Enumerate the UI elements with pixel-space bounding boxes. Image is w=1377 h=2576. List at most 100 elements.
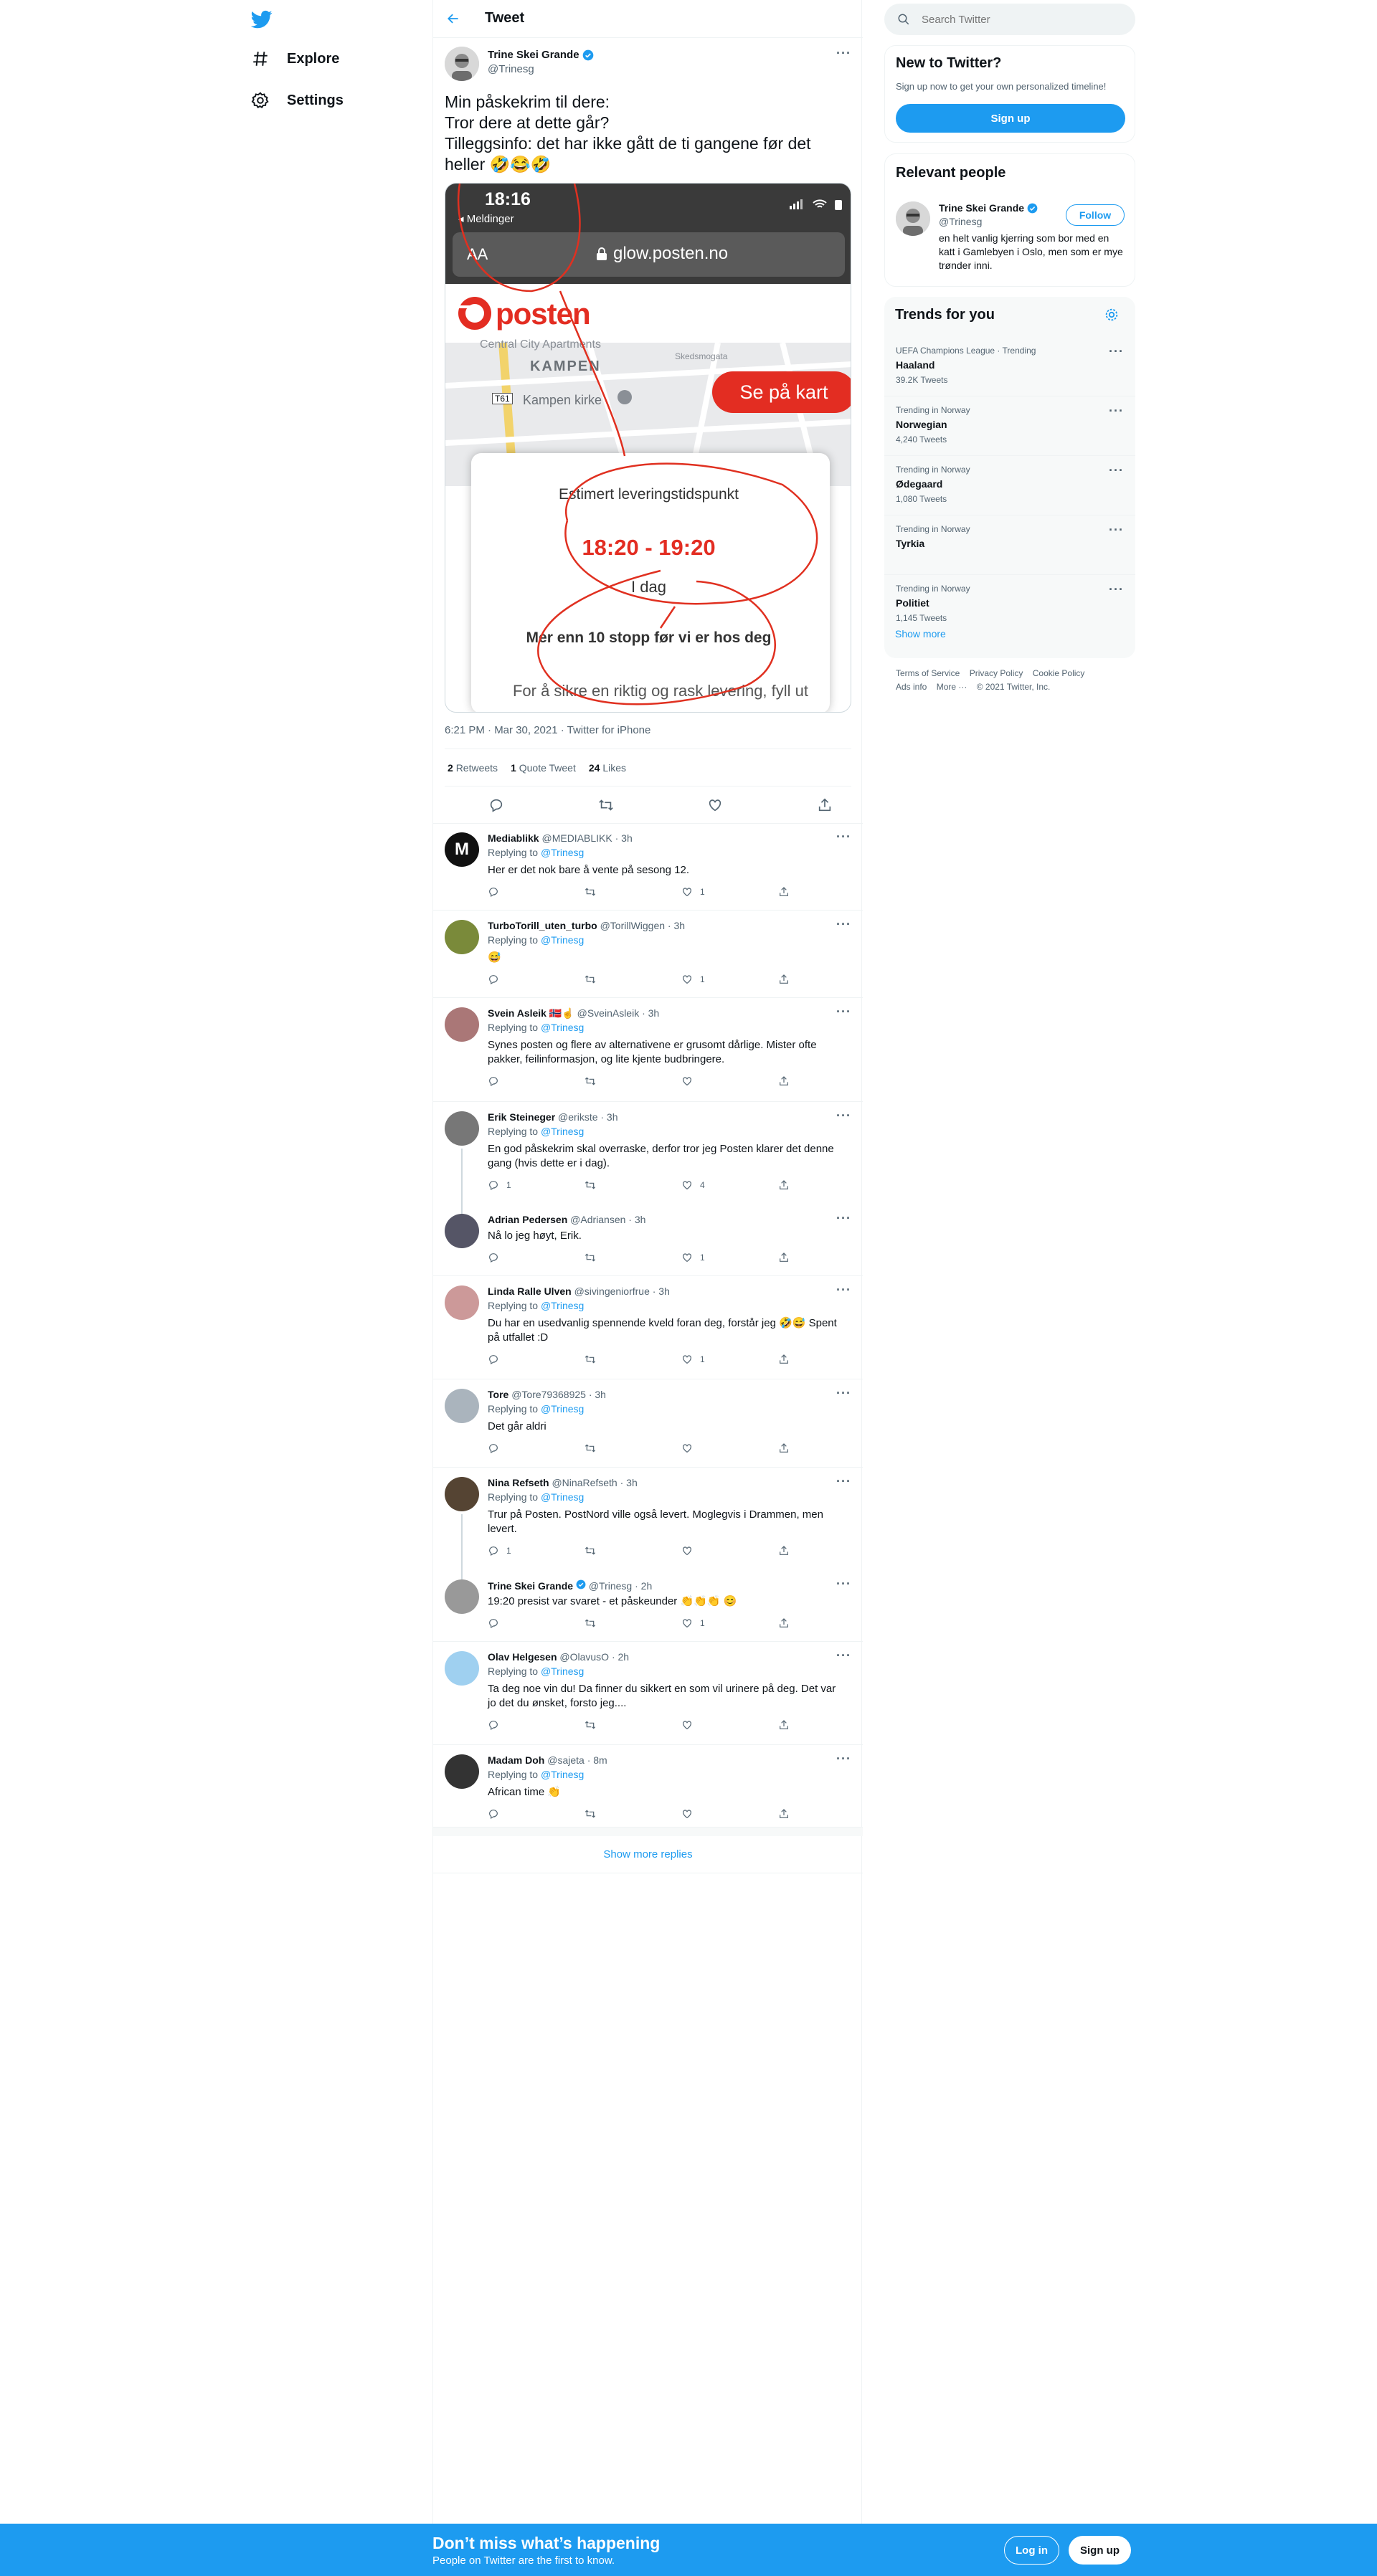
avatar[interactable]	[445, 1214, 479, 1248]
reply-button[interactable]	[488, 1808, 585, 1820]
footer-link[interactable]: Privacy Policy	[970, 668, 1023, 678]
more-icon[interactable]: ···	[836, 1108, 851, 1123]
reply-icon[interactable]	[488, 797, 504, 813]
reply-button[interactable]	[488, 1252, 585, 1263]
more-icon[interactable]: ···	[836, 917, 851, 932]
tweet-author-name[interactable]: Trine Skei Grande	[488, 49, 594, 61]
retweet-button[interactable]	[585, 1808, 681, 1820]
show-more-trends[interactable]: Show more	[895, 628, 946, 640]
reply-author[interactable]: Linda Ralle Ulven @sivingeniorfrue · 3h	[488, 1285, 670, 1297]
mention-link[interactable]: @Trinesg	[541, 1300, 584, 1311]
more-icon[interactable]: ···	[1109, 463, 1124, 478]
more-icon[interactable]: ···	[1109, 523, 1124, 538]
more-icon[interactable]: ···	[1109, 344, 1124, 359]
like-button[interactable]	[681, 1808, 778, 1820]
more-icon[interactable]: ···	[836, 1577, 851, 1592]
like-icon[interactable]	[707, 797, 723, 813]
retweets-stat[interactable]: 2 Retweets	[448, 762, 498, 774]
more-icon[interactable]: ···	[836, 1386, 851, 1401]
avatar[interactable]	[896, 201, 930, 236]
mention-link[interactable]: @Trinesg	[541, 1769, 584, 1780]
reply-button[interactable]	[488, 886, 585, 898]
reply-tweet[interactable]: Madam Doh @sajeta · 8m ··· Replying to @…	[433, 1746, 863, 1828]
share-button[interactable]	[778, 1075, 875, 1087]
search-input[interactable]	[922, 13, 1108, 26]
tweet-meta[interactable]: 6:21 PM · Mar 30, 2021 · Twitter for iPh…	[445, 724, 650, 736]
reply-button[interactable]	[488, 1719, 585, 1731]
retweet-button[interactable]	[585, 1443, 681, 1454]
avatar[interactable]	[445, 1111, 479, 1146]
nav-explore[interactable]: Explore	[251, 41, 339, 77]
reply-tweet[interactable]: TurboTorill_uten_turbo @TorillWiggen · 3…	[433, 911, 863, 998]
avatar[interactable]	[445, 1389, 479, 1423]
retweet-icon[interactable]	[598, 797, 614, 813]
like-button[interactable]	[681, 1075, 778, 1087]
reply-author[interactable]: Nina Refseth @NinaRefseth · 3h	[488, 1477, 638, 1488]
avatar[interactable]: M	[445, 832, 479, 867]
trend-item[interactable]: Trending in Norway Politiet 1,145 Tweets…	[884, 575, 1135, 635]
more-icon[interactable]: ···	[836, 1648, 851, 1663]
mention-link[interactable]: @Trinesg	[541, 1665, 584, 1677]
relevant-handle[interactable]: @Trinesg	[939, 216, 982, 227]
reply-button[interactable]	[488, 1075, 585, 1087]
trend-item[interactable]: Trending in Norway Ødegaard 1,080 Tweets…	[884, 456, 1135, 515]
share-button[interactable]	[778, 1808, 875, 1820]
retweet-button[interactable]	[585, 1545, 681, 1556]
relevant-name[interactable]: Trine Skei Grande	[939, 202, 1038, 214]
follow-button[interactable]: Follow	[1066, 204, 1125, 226]
back-arrow-icon[interactable]	[446, 11, 460, 26]
retweet-button[interactable]	[585, 974, 681, 985]
like-button[interactable]: 4	[681, 1179, 778, 1191]
like-button[interactable]	[681, 1719, 778, 1731]
mention-link[interactable]: @Trinesg	[541, 1022, 584, 1033]
mention-link[interactable]: @Trinesg	[541, 934, 584, 946]
share-button[interactable]	[778, 1252, 875, 1263]
more-icon[interactable]: ···	[836, 1474, 851, 1489]
nav-settings[interactable]: Settings	[251, 82, 344, 118]
reply-author[interactable]: Mediablikk @MEDIABLIKK · 3h	[488, 832, 633, 844]
retweet-button[interactable]	[585, 1179, 681, 1191]
likes-stat[interactable]: 24 Likes	[589, 762, 626, 774]
avatar[interactable]	[445, 920, 479, 954]
quotes-stat[interactable]: 1 Quote Tweet	[511, 762, 576, 774]
twitter-logo-icon[interactable]	[250, 9, 273, 30]
like-button[interactable]	[681, 1545, 778, 1556]
reply-author[interactable]: Madam Doh @sajeta · 8m	[488, 1754, 607, 1766]
reply-author[interactable]: Svein Asleik 🇳🇴☝ @SveinAsleik · 3h	[488, 1007, 659, 1020]
like-button[interactable]: 1	[681, 1617, 778, 1629]
share-button[interactable]	[778, 1617, 875, 1629]
reply-tweet[interactable]: Trine Skei Grande @Trinesg · 2h ··· 19:2…	[433, 1571, 863, 1642]
reply-button[interactable]	[488, 1354, 585, 1365]
avatar[interactable]	[445, 1007, 479, 1042]
like-button[interactable]: 1	[681, 886, 778, 898]
avatar[interactable]	[445, 1285, 479, 1320]
signup-button[interactable]: Sign up	[896, 104, 1125, 133]
reply-author[interactable]: TurboTorill_uten_turbo @TorillWiggen · 3…	[488, 920, 685, 931]
trend-item[interactable]: Trending in Norway Norwegian 4,240 Tweet…	[884, 396, 1135, 456]
like-button[interactable]: 1	[681, 974, 778, 985]
share-button[interactable]	[778, 1719, 875, 1731]
reply-author[interactable]: Trine Skei Grande @Trinesg · 2h	[488, 1579, 652, 1592]
share-button[interactable]	[778, 1179, 875, 1191]
share-icon[interactable]	[817, 797, 833, 813]
reply-button[interactable]: 1	[488, 1179, 585, 1191]
share-button[interactable]	[778, 1354, 875, 1365]
more-icon[interactable]: ···	[836, 1004, 851, 1020]
tweet-author-handle[interactable]: @Trinesg	[488, 63, 534, 75]
reply-author[interactable]: Erik Steineger @erikste · 3h	[488, 1111, 618, 1123]
reply-button[interactable]	[488, 1443, 585, 1454]
retweet-button[interactable]	[585, 1252, 681, 1263]
reply-tweet[interactable]: Olav Helgesen @OlavusO · 2h ··· Replying…	[433, 1643, 863, 1745]
avatar[interactable]	[445, 1477, 479, 1511]
mention-link[interactable]: @Trinesg	[541, 847, 584, 858]
more-icon[interactable]: ···	[836, 46, 851, 61]
reply-tweet[interactable]: M Mediablikk @MEDIABLIKK · 3h ··· Replyi…	[433, 824, 863, 911]
reply-button[interactable]	[488, 1617, 585, 1629]
reply-button[interactable]: 1	[488, 1545, 585, 1556]
more-icon[interactable]: ···	[836, 1211, 851, 1226]
reply-tweet[interactable]: Tore @Tore79368925 · 3h ··· Replying to …	[433, 1380, 863, 1468]
trend-item[interactable]: Trending in Norway Tyrkia ···	[884, 515, 1135, 575]
retweet-button[interactable]	[585, 886, 681, 898]
more-icon[interactable]: ···	[1109, 404, 1124, 419]
retweet-button[interactable]	[585, 1075, 681, 1087]
